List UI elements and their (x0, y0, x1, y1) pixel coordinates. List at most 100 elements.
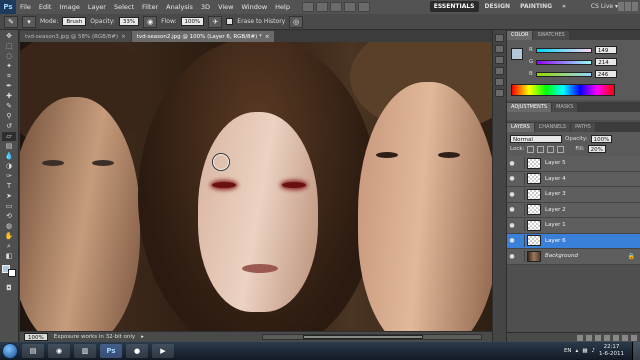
3d-orbit-tool-icon[interactable]: ◍ (2, 222, 16, 231)
menu-3d[interactable]: 3D (197, 0, 214, 14)
history-brush-tool-icon[interactable]: ↺ (2, 122, 16, 131)
menu-view[interactable]: View (214, 0, 237, 14)
menu-select[interactable]: Select (110, 0, 138, 14)
quick-mask-icon[interactable]: ◘ (2, 284, 16, 293)
layer-link-icon[interactable] (517, 157, 525, 170)
menu-edit[interactable]: Edit (35, 0, 56, 14)
taskbar-browser-icon[interactable]: ◉ (48, 344, 70, 358)
taskbar-recorder-icon[interactable]: ● (126, 344, 148, 358)
status-message[interactable]: Exposure works in 32-bit only (54, 334, 135, 340)
value-r[interactable]: 149 (594, 46, 617, 54)
visibility-eye-icon[interactable]: ● (507, 237, 517, 244)
mini-bridge-icon[interactable] (315, 2, 328, 12)
mode-select[interactable]: Brush (62, 17, 87, 26)
slider-r[interactable] (535, 47, 592, 53)
link-layers-icon[interactable] (577, 334, 583, 341)
layer-opacity-field[interactable]: 100% (590, 135, 613, 143)
dodge-tool-icon[interactable]: ◑ (2, 162, 16, 171)
hand-tool-icon[interactable] (343, 2, 356, 12)
brush-panel-icon[interactable] (495, 56, 504, 64)
background-color-swatch[interactable] (8, 269, 16, 277)
tablet-pressure-size-icon[interactable]: ◎ (289, 15, 304, 28)
tab-paths[interactable]: PATHS (571, 123, 595, 132)
arrange-documents-icon[interactable] (357, 2, 370, 12)
tab-color[interactable]: COLOR (507, 31, 533, 40)
lock-all-icon[interactable] (557, 145, 565, 153)
menu-image[interactable]: Image (55, 0, 83, 14)
type-tool-icon[interactable]: T (2, 182, 16, 191)
path-selection-tool-icon[interactable]: ➤ (2, 192, 16, 201)
healing-brush-tool-icon[interactable]: ✚ (2, 92, 16, 101)
tab-swatches[interactable]: SWATCHES (533, 31, 569, 40)
tablet-pressure-opacity-icon[interactable]: ◉ (143, 15, 158, 28)
layer-mask-icon[interactable] (595, 334, 601, 341)
layer-row-layer-6[interactable]: ● Layer 6 (507, 233, 640, 249)
gradient-tool-icon[interactable]: ▤ (2, 142, 16, 151)
pen-tool-icon[interactable]: ✑ (2, 172, 16, 181)
adjustment-layer-icon[interactable] (604, 334, 610, 341)
visibility-eye-icon[interactable]: ● (507, 253, 517, 260)
close-tab-icon[interactable]: × (121, 34, 126, 40)
lock-position-icon[interactable] (547, 145, 555, 153)
close-tab-icon[interactable]: × (265, 34, 270, 40)
workspace-design[interactable]: DESIGN (481, 1, 515, 12)
3d-rotate-tool-icon[interactable]: ⟲ (2, 212, 16, 221)
layer-row-layer-3[interactable]: ● Layer 3 (507, 187, 640, 203)
horizontal-scrollbar[interactable] (262, 334, 482, 340)
menu-filter[interactable]: Filter (138, 0, 162, 14)
status-arrow-icon[interactable]: ▸ (141, 334, 144, 340)
scrollbar-thumb[interactable] (303, 335, 423, 339)
taskbar-photoshop-icon[interactable]: Ps (100, 344, 122, 358)
new-layer-icon[interactable] (622, 334, 628, 341)
clock[interactable]: 22:17 1-6-2011 (599, 344, 624, 358)
layer-brush-icon[interactable] (517, 234, 525, 247)
layer-name[interactable]: Layer 2 (545, 207, 566, 213)
clone-source-panel-icon[interactable] (495, 67, 504, 75)
tab-layers[interactable]: LAYERS (507, 123, 534, 132)
layer-name[interactable]: Background (545, 253, 578, 259)
tab-channels[interactable]: CHANNELS (534, 123, 571, 132)
cs-live-button[interactable]: CS Live ▾ (591, 3, 618, 10)
close-icon[interactable] (632, 2, 638, 11)
tab-masks[interactable]: MASKS (552, 103, 578, 112)
slider-b[interactable] (535, 71, 592, 77)
fill-field[interactable]: 20% (587, 145, 606, 153)
layer-name[interactable]: Layer 4 (545, 176, 566, 182)
workspace-more[interactable]: » (558, 1, 570, 12)
marquee-tool-icon[interactable]: ⬚ (2, 42, 16, 51)
layer-link-icon[interactable] (517, 250, 525, 263)
start-button[interactable] (2, 343, 18, 359)
slider-g[interactable] (536, 59, 593, 65)
history-panel-icon[interactable] (495, 34, 504, 42)
lock-transparent-icon[interactable] (527, 145, 535, 153)
value-g[interactable]: 214 (595, 58, 618, 66)
document-canvas[interactable] (20, 42, 492, 331)
layer-name[interactable]: Layer 3 (545, 191, 566, 197)
value-b[interactable]: 246 (594, 70, 617, 78)
layer-row-background[interactable]: ● Background 🔒 (507, 249, 640, 265)
actions-panel-icon[interactable] (495, 45, 504, 53)
layer-link-icon[interactable] (517, 203, 525, 216)
layer-name[interactable]: Layer 1 (545, 222, 566, 228)
new-group-icon[interactable] (613, 334, 619, 341)
zoom-tool-icon[interactable]: ⌕ (2, 242, 16, 251)
menu-file[interactable]: File (16, 0, 35, 14)
layer-link-icon[interactable] (517, 188, 525, 201)
show-desktop-button[interactable] (632, 342, 640, 360)
layer-name[interactable]: Layer 6 (545, 238, 566, 244)
brush-size-picker[interactable]: ▾ (22, 15, 36, 28)
menu-layer[interactable]: Layer (84, 0, 110, 14)
visibility-eye-icon[interactable]: ● (507, 206, 517, 213)
zoom-field[interactable]: 100% (24, 333, 48, 341)
minimize-icon[interactable] (618, 2, 624, 11)
menu-window[interactable]: Window (238, 0, 272, 14)
layer-row-layer-2[interactable]: ● Layer 2 (507, 203, 640, 218)
taskbar-media-icon[interactable]: ▶ (152, 344, 174, 358)
visibility-eye-icon[interactable]: ● (507, 175, 517, 182)
color-spectrum[interactable] (511, 84, 615, 96)
taskbar-explorer-icon[interactable]: ▤ (22, 344, 44, 358)
blur-tool-icon[interactable]: 💧 (2, 152, 16, 161)
lasso-tool-icon[interactable]: ◌ (2, 52, 16, 61)
volume-icon[interactable]: ♪ (592, 348, 596, 354)
layer-style-icon[interactable] (586, 334, 592, 341)
